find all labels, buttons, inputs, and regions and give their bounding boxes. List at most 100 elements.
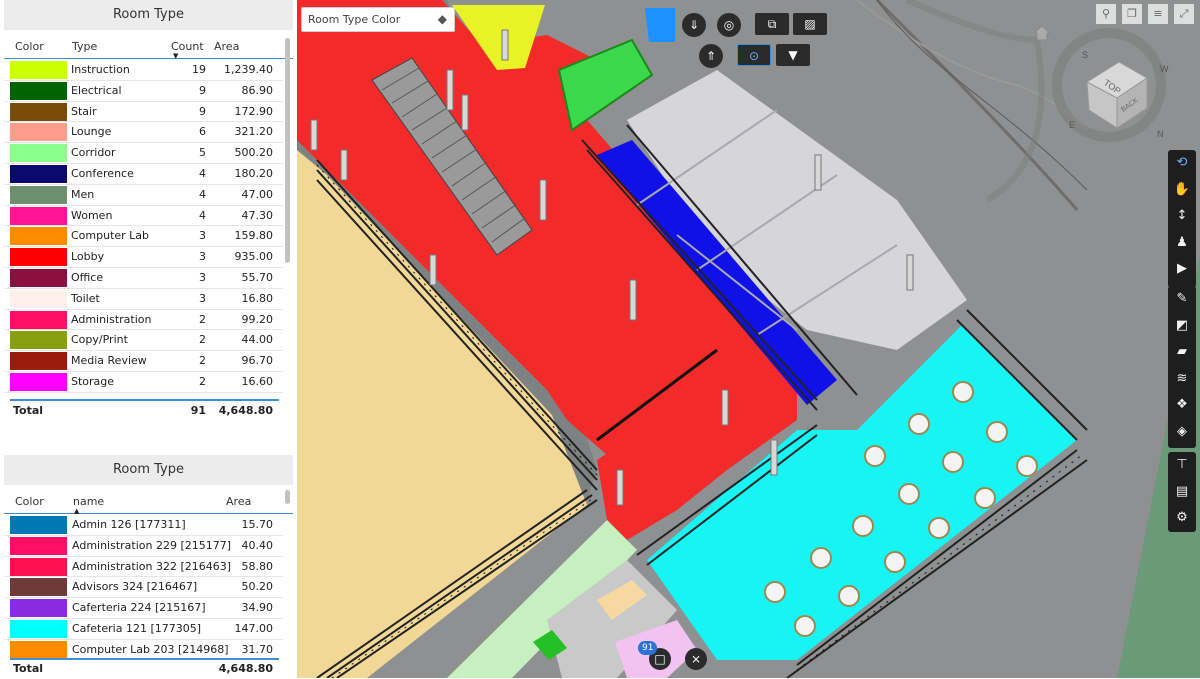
table-row[interactable]: Toilet 3 16.80	[4, 289, 283, 310]
header-area[interactable]: Area	[226, 495, 251, 508]
legend-dropdown[interactable]: Room Type Color ◆	[301, 7, 455, 32]
room-count: 9	[199, 83, 206, 97]
color-swatch	[10, 640, 67, 658]
color-swatch	[10, 372, 67, 391]
table-header: Color name ▲ Area	[4, 485, 293, 515]
table-row[interactable]: Corridor 5 500.20	[4, 143, 283, 164]
settings-icon[interactable]: ⚙	[1168, 505, 1196, 532]
room-area: 147.00	[234, 621, 274, 635]
room-area: 55.70	[241, 270, 274, 284]
table-row[interactable]: Administration 2 99.20	[4, 310, 283, 331]
table-row[interactable]: Admin 126 [177311] 15.70	[4, 515, 283, 536]
table-row[interactable]: Conference 4 180.20	[4, 164, 283, 185]
table-row[interactable]: Lobby 3 935.00	[4, 247, 283, 268]
room-area: 321.20	[234, 125, 274, 139]
color-swatch	[10, 536, 67, 555]
room-area: 500.20	[234, 146, 274, 160]
color-swatch	[10, 227, 67, 246]
room-area: 40.40	[241, 538, 274, 552]
zoom-icon[interactable]: ↕	[1168, 203, 1196, 230]
room-type-label: Stair	[71, 104, 97, 118]
table-row[interactable]: Computer Lab 3 159.80	[4, 226, 283, 248]
panel2-scrollbar[interactable]	[285, 490, 290, 504]
explode-icon[interactable]: ▰	[1168, 339, 1196, 366]
arrow-up-icon: ⇑	[705, 49, 717, 63]
compass-letter: W	[1160, 64, 1169, 74]
table-row[interactable]: Copy/Print 2 44.00	[4, 330, 283, 352]
table-row[interactable]: Stair 9 172.90	[4, 102, 283, 123]
table-row[interactable]: Men 4 47.00	[4, 185, 283, 206]
header-color[interactable]: Color	[15, 40, 44, 53]
color-swatch	[10, 185, 67, 204]
total-label: Total	[13, 404, 44, 417]
table-row[interactable]: Instruction 19 1,239.40	[4, 60, 283, 81]
building-3d-scene[interactable]: TOP BACK S W E N	[297, 0, 1200, 678]
color-swatch	[10, 268, 67, 287]
table-row[interactable]: Office 3 55.70	[4, 268, 283, 289]
room-type-label: Lobby	[71, 250, 105, 264]
clear-filter-button[interactable]: ⨯	[685, 648, 707, 670]
table-row[interactable]: Electrical 9 86.90	[4, 81, 283, 102]
layers-icon[interactable]: ≋	[1168, 366, 1196, 393]
measure-icon[interactable]: ✎	[1168, 286, 1196, 313]
room-area: 159.80	[234, 229, 274, 243]
isolate-button[interactable]: ⧉	[755, 13, 789, 35]
select-mode-button[interactable]: ⊙	[737, 44, 771, 66]
copy-icon[interactable]: ❐	[1122, 4, 1142, 24]
room-type-label: Conference	[71, 166, 134, 180]
hatch-button[interactable]: ▨	[793, 13, 827, 35]
square-icon: □	[654, 652, 666, 666]
model-viewer[interactable]: TOP BACK S W E N Room Type Color ◆ ⇓ ◎ ⧉…	[297, 0, 1200, 678]
focus-button[interactable]: ◎	[717, 13, 741, 37]
level-up-button[interactable]: ⇑	[699, 44, 723, 68]
room-type-table-body: Instruction 19 1,239.40 Electrical 9 86.90 Sta…	[4, 60, 283, 398]
room-type-label: Women	[71, 208, 113, 222]
document-icon[interactable]: ▤	[1168, 479, 1196, 506]
room-name-label: Computer Lab 203 [214968]	[72, 642, 229, 656]
total-row: Total 91 4,648.80	[4, 401, 283, 421]
room-name-label: Administration 322 [216463]	[72, 559, 232, 573]
room-count: 2	[199, 374, 206, 388]
properties-icon[interactable]: ◈	[1168, 419, 1196, 446]
table-row[interactable]: Media Review 2 96.70	[4, 351, 283, 372]
pan-icon[interactable]: ✋	[1168, 177, 1196, 204]
settings-toolbar: ⊤ ▤ ⚙	[1168, 452, 1196, 532]
table-row[interactable]: Storage 2 16.60	[4, 372, 283, 393]
table-row[interactable]: Computer Lab 203 [214968] 31.70	[4, 640, 283, 658]
table-row[interactable]: Advisors 324 [216467] 50.20	[4, 577, 283, 599]
first-person-icon[interactable]: ♟	[1168, 230, 1196, 257]
total-label: Total	[13, 662, 44, 675]
room-count: 2	[199, 354, 206, 368]
table-row[interactable]: Administration 322 [216463] 58.80	[4, 557, 283, 578]
color-swatch	[10, 248, 67, 267]
orbit-icon[interactable]: ⟲	[1168, 150, 1196, 177]
room-count: 3	[199, 291, 206, 305]
table-row[interactable]: Women 4 47.30	[4, 206, 283, 227]
room-area: 15.70	[241, 518, 274, 531]
copy-icon: ⧉	[767, 17, 777, 31]
section-icon[interactable]: ◩	[1168, 313, 1196, 340]
room-area: 935.00	[234, 250, 274, 264]
model-structure-icon[interactable]: ⊤	[1168, 452, 1196, 479]
filter-button[interactable]: ▼	[776, 44, 810, 66]
header-color[interactable]: Color	[15, 495, 44, 508]
room-type-label: Toilet	[71, 291, 100, 305]
sort-asc-icon: ▲	[74, 507, 80, 515]
expand-icon[interactable]: ⤢	[1174, 4, 1194, 24]
panel1-scrollbar[interactable]	[285, 38, 290, 263]
table-row[interactable]: Cafeteria 121 [177305] 147.00	[4, 619, 283, 640]
header-type[interactable]: Type	[72, 40, 97, 53]
model-browser-icon[interactable]: ❖	[1168, 392, 1196, 419]
filter-clear-icon: ⨯	[690, 652, 702, 666]
table-row[interactable]: Caferteria 224 [215167] 34.90	[4, 598, 283, 619]
room-area: 50.20	[241, 580, 274, 594]
table-row[interactable]: Lounge 6 321.20	[4, 122, 283, 144]
filter-icon[interactable]: ≡	[1148, 4, 1168, 24]
pin-icon[interactable]: ⚲	[1096, 4, 1116, 24]
table-row[interactable]: Administration 229 [215177] 40.40	[4, 536, 283, 557]
header-area[interactable]: Area	[214, 40, 239, 53]
room-count: 6	[199, 125, 206, 139]
camera-icon[interactable]: ▶	[1168, 256, 1196, 283]
room-area: 16.80	[241, 291, 274, 305]
level-down-button[interactable]: ⇓	[682, 13, 706, 37]
